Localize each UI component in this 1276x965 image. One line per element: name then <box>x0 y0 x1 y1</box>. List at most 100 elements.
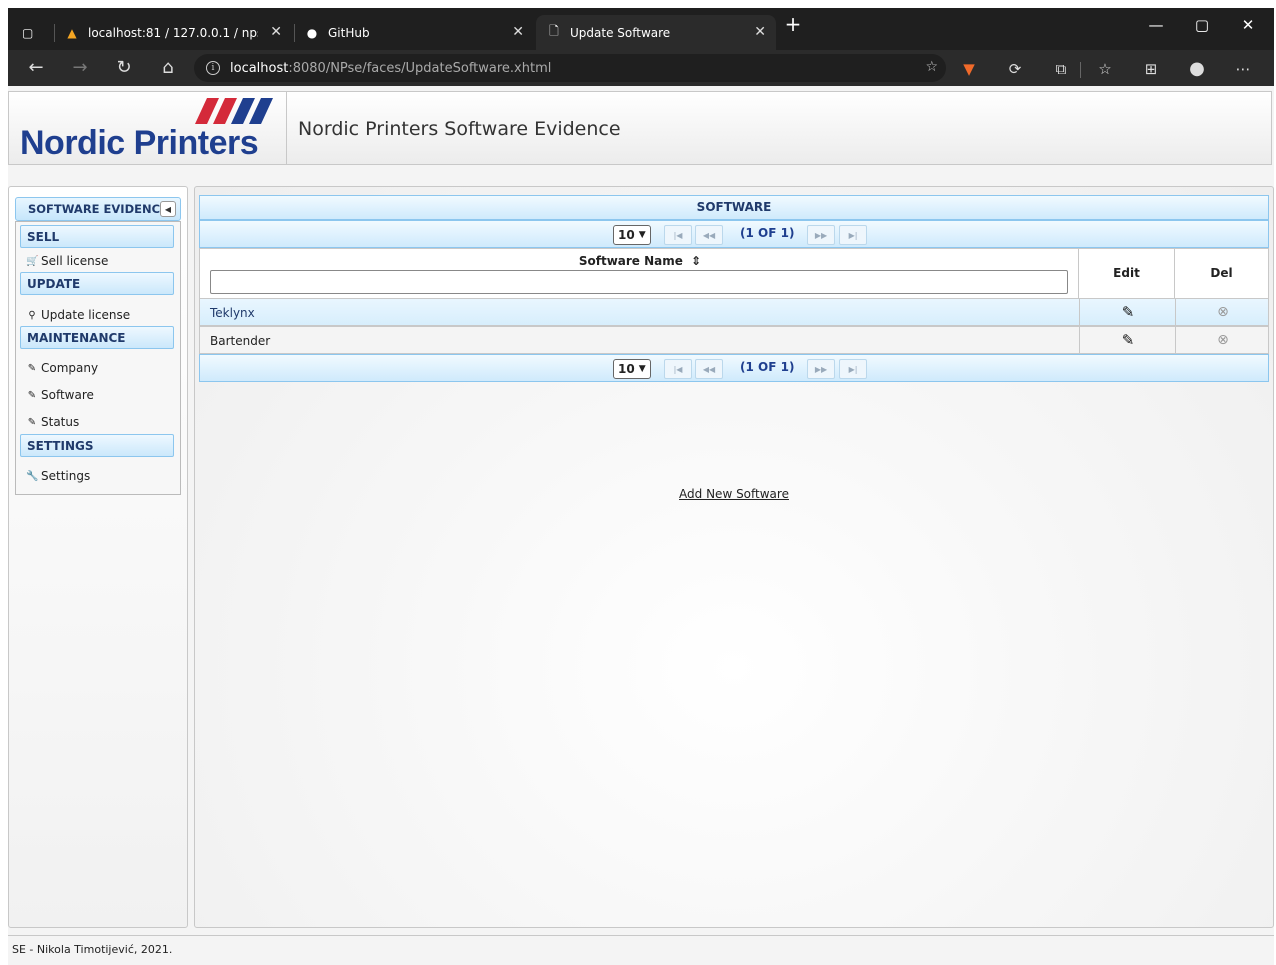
paginator-bottom: 10 ▼ |◀ ◀◀ (1 OF 1) ▶▶ ▶| <box>199 354 1269 382</box>
rows-per-page-select[interactable]: 10 ▼ <box>613 359 651 379</box>
phpmyadmin-icon: ▲ <box>67 25 77 40</box>
tab-label: GitHub <box>328 25 370 40</box>
tab-update-software[interactable]: 🗋 Update Software ✕ <box>536 15 776 50</box>
chevron-down-icon: ▼ <box>638 364 646 374</box>
menu-item-status[interactable]: ✎ Status <box>26 412 79 432</box>
wrench-icon: 🔧 <box>26 470 39 482</box>
software-name-cell: Bartender <box>210 334 271 348</box>
sidebar-menu: SELL 🛒 Sell license UPDATE ⚲ Update lice… <box>15 221 181 495</box>
sidebar: SOFTWARE EVIDENCE ◀ SELL 🛒 Sell license … <box>8 186 188 928</box>
close-window-icon[interactable]: ✕ <box>1226 16 1270 34</box>
pencil-icon: ✎ <box>27 389 37 401</box>
url-path: :8080/NPse/faces/UpdateSoftware.xhtml <box>288 60 552 76</box>
footer: SE - Nikola Timotijević, 2021. <box>8 935 1274 965</box>
new-tab-icon[interactable]: + <box>778 12 808 36</box>
table-title: SOFTWARE <box>199 195 1269 220</box>
next-page-icon[interactable]: ▶▶ <box>807 359 835 379</box>
pencil-icon: ✎ <box>27 416 37 428</box>
brave-shield-icon[interactable]: ▼ <box>956 58 982 80</box>
menu-item-company[interactable]: ✎ Company <box>26 358 98 378</box>
page-icon: 🗋 <box>549 24 559 38</box>
tab-label: localhost:81 / 127.0.0.1 / npsoftw <box>88 25 258 40</box>
extensions-icon[interactable]: ⧉ <box>1048 58 1074 80</box>
menu-item-label: Update license <box>41 308 131 322</box>
logo[interactable]: Nordic Printers <box>9 92 287 164</box>
paginator-top: 10 ▼ |◀ ◀◀ (1 OF 1) ▶▶ ▶| <box>199 220 1269 248</box>
column-header-del: Del <box>1174 248 1269 299</box>
delete-icon[interactable]: ⊗ <box>1175 326 1270 354</box>
name-filter-input[interactable] <box>210 270 1068 294</box>
github-icon: ● <box>306 25 318 40</box>
collapse-icon[interactable]: ◀ <box>160 201 176 217</box>
address-bar: ← → ↻ ⌂ i localhost :8080/NPse/faces/Upd… <box>8 50 1274 86</box>
logo-stripes-icon <box>195 98 273 124</box>
menu-category-maintenance: MAINTENANCE <box>20 326 174 349</box>
menu-item-label: Software <box>41 388 94 402</box>
profile-icon[interactable]: ● <box>1184 58 1210 80</box>
minimize-icon[interactable]: — <box>1134 16 1178 34</box>
table-row[interactable]: Teklynx ✎ ⊗ <box>199 298 1269 326</box>
chevron-down-icon: ▼ <box>638 230 646 240</box>
menu-item-label: Sell license <box>41 254 109 268</box>
close-icon[interactable]: ✕ <box>754 24 766 40</box>
tab-github[interactable]: ● GitHub ✕ <box>304 15 534 50</box>
tab-actions-icon[interactable]: ▢ <box>22 15 46 50</box>
add-favorite-icon[interactable]: ☆ <box>925 59 938 75</box>
page-report: (1 OF 1) <box>740 360 795 374</box>
search-icon: ⚲ <box>28 309 36 321</box>
rows-per-page-value: 10 <box>618 362 635 376</box>
add-new-software-link[interactable]: Add New Software <box>195 487 1273 501</box>
site-title: Nordic Printers Software Evidence <box>298 118 621 140</box>
collections-icon[interactable]: ⊞ <box>1138 58 1164 80</box>
sidebar-title-text: SOFTWARE EVIDENCE <box>28 202 168 216</box>
info-icon[interactable]: i <box>206 61 220 75</box>
main-content: SOFTWARE 10 ▼ |◀ ◀◀ (1 OF 1) ▶▶ ▶| Softw… <box>194 186 1274 928</box>
sort-icon[interactable]: ⇕ <box>691 254 701 268</box>
rows-per-page-value: 10 <box>618 228 635 242</box>
menu-item-update-license[interactable]: ⚲ Update license <box>26 305 130 325</box>
cart-icon: 🛒 <box>26 255 39 267</box>
back-icon[interactable]: ← <box>22 57 50 79</box>
rows-per-page-select[interactable]: 10 ▼ <box>613 225 651 245</box>
home-icon[interactable]: ⌂ <box>154 57 182 79</box>
menu-item-software[interactable]: ✎ Software <box>26 385 94 405</box>
sidebar-title: SOFTWARE EVIDENCE ◀ <box>15 197 181 221</box>
column-header-edit: Edit <box>1078 248 1175 299</box>
site-header: Nordic Printers Nordic Printers Software… <box>8 91 1272 165</box>
last-page-icon[interactable]: ▶| <box>839 225 867 245</box>
menu-item-sell-license[interactable]: 🛒 Sell license <box>26 251 108 271</box>
close-icon[interactable]: ✕ <box>270 24 282 40</box>
first-page-icon[interactable]: |◀ <box>664 359 692 379</box>
menu-item-label: Status <box>41 415 80 429</box>
pencil-icon: ✎ <box>27 362 37 374</box>
prev-page-icon[interactable]: ◀◀ <box>695 225 723 245</box>
tab-phpmyadmin[interactable]: ▲ localhost:81 / 127.0.0.1 / npsoftw ✕ <box>64 15 292 50</box>
edit-icon[interactable]: ✎ <box>1079 298 1176 326</box>
next-page-icon[interactable]: ▶▶ <box>807 225 835 245</box>
menu-category-settings: SETTINGS <box>20 434 174 457</box>
browser-window: ▢ ▲ localhost:81 / 127.0.0.1 / npsoftw ✕… <box>8 8 1274 965</box>
menu-item-label: Settings <box>41 469 91 483</box>
maximize-icon[interactable]: ▢ <box>1180 16 1224 34</box>
menu-item-settings[interactable]: 🔧 Settings <box>26 466 90 486</box>
edit-icon[interactable]: ✎ <box>1079 326 1176 354</box>
close-icon[interactable]: ✕ <box>512 24 524 40</box>
column-label: Software Name <box>578 254 683 268</box>
page: Nordic Printers Nordic Printers Software… <box>8 86 1274 965</box>
table-row[interactable]: Bartender ✎ ⊗ <box>199 326 1269 354</box>
column-header-software-name[interactable]: Software Name ⇕ <box>199 248 1079 299</box>
refresh-icon[interactable]: ↻ <box>110 57 138 79</box>
menu-category-update: UPDATE <box>20 272 174 295</box>
prev-page-icon[interactable]: ◀◀ <box>695 359 723 379</box>
software-name-cell: Teklynx <box>210 306 255 320</box>
more-icon[interactable]: ⋯ <box>1230 58 1256 80</box>
delete-icon[interactable]: ⊗ <box>1175 298 1270 326</box>
page-report: (1 OF 1) <box>740 226 795 240</box>
last-page-icon[interactable]: ▶| <box>839 359 867 379</box>
favorites-icon[interactable]: ☆ <box>1092 58 1118 80</box>
sync-icon[interactable]: ⟳ <box>1002 58 1028 80</box>
first-page-icon[interactable]: |◀ <box>664 225 692 245</box>
forward-icon[interactable]: → <box>66 57 94 79</box>
menu-category-sell: SELL <box>20 225 174 248</box>
url-field[interactable]: i localhost :8080/NPse/faces/UpdateSoftw… <box>194 54 946 82</box>
